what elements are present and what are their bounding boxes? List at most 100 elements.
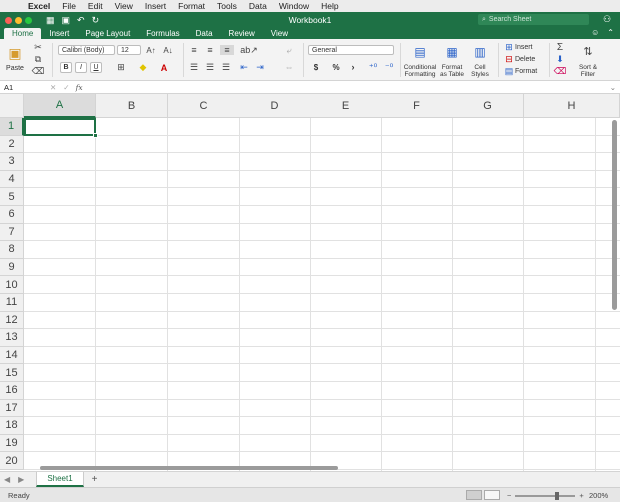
row-header-19[interactable]: 19 bbox=[0, 434, 24, 453]
menu-edit[interactable]: Edit bbox=[82, 1, 109, 11]
fill-icon[interactable]: ⬇ bbox=[554, 54, 566, 64]
fill-handle[interactable] bbox=[93, 133, 98, 138]
format-cells-button[interactable]: Format bbox=[515, 66, 539, 76]
clear-icon[interactable]: ⌫ bbox=[554, 66, 567, 76]
share-user-icon[interactable]: ⚇ bbox=[603, 14, 611, 25]
smiley-feedback-icon[interactable]: ☺ bbox=[591, 28, 599, 37]
normal-view-button[interactable] bbox=[466, 490, 482, 500]
active-cell-a1[interactable] bbox=[24, 118, 96, 136]
format-as-table-label[interactable]: Format as Table bbox=[438, 63, 466, 79]
cancel-formula-icon[interactable]: ✕ bbox=[50, 83, 56, 92]
paste-button-label[interactable]: Paste bbox=[4, 64, 26, 72]
row-header-1[interactable]: 1 bbox=[0, 118, 24, 136]
tab-insert[interactable]: Insert bbox=[41, 28, 77, 39]
menu-excel[interactable]: Excel bbox=[22, 1, 56, 11]
vertical-scrollbar[interactable] bbox=[612, 120, 617, 310]
row-header-17[interactable]: 17 bbox=[0, 399, 24, 418]
column-header-c[interactable]: C bbox=[168, 94, 240, 118]
row-header-9[interactable]: 9 bbox=[0, 258, 24, 277]
bold-button[interactable]: B bbox=[60, 62, 72, 73]
menu-view[interactable]: View bbox=[109, 1, 139, 11]
cell-styles-icon[interactable]: ▥ bbox=[470, 44, 490, 60]
wrap-text-icon[interactable]: ⤶ bbox=[282, 45, 296, 55]
row-header-18[interactable]: 18 bbox=[0, 417, 24, 435]
zoom-in-icon[interactable]: + bbox=[579, 491, 583, 500]
tab-view[interactable]: View bbox=[263, 28, 296, 39]
close-window-button[interactable] bbox=[5, 16, 12, 24]
align-bottom-icon[interactable]: ≡ bbox=[220, 45, 234, 55]
tab-home[interactable]: Home bbox=[4, 28, 42, 39]
row-header-3[interactable]: 3 bbox=[0, 153, 24, 171]
row-header-2[interactable]: 2 bbox=[0, 135, 24, 154]
name-box[interactable]: A1 bbox=[0, 83, 40, 92]
orientation-icon[interactable]: ab↗ bbox=[240, 45, 258, 55]
menu-window[interactable]: Window bbox=[273, 1, 315, 11]
increase-font-icon[interactable]: A↑ bbox=[145, 45, 157, 55]
row-header-4[interactable]: 4 bbox=[0, 170, 24, 189]
align-left-icon[interactable]: ☰ bbox=[188, 62, 200, 72]
menu-insert[interactable]: Insert bbox=[139, 1, 172, 11]
paste-icon[interactable]: ▣ bbox=[4, 43, 26, 63]
copy-icon[interactable]: ⧉ bbox=[32, 54, 44, 64]
worksheet-grid[interactable]: A B C D E F G H 1 2 3 4 5 6 7 8 9 10 11 12 13 14 15 16 17 18 19 20 bbox=[0, 94, 620, 471]
insert-cells-button[interactable]: Insert bbox=[515, 42, 537, 52]
row-header-20[interactable]: 20 bbox=[0, 452, 24, 470]
row-header-14[interactable]: 14 bbox=[0, 346, 24, 365]
tab-formulas[interactable]: Formulas bbox=[138, 28, 187, 39]
tab-review[interactable]: Review bbox=[221, 28, 263, 39]
redo-icon[interactable]: ↻ bbox=[92, 15, 100, 26]
next-sheet-icon[interactable]: ▶ bbox=[14, 475, 28, 484]
page-layout-view-button[interactable] bbox=[484, 490, 500, 500]
row-header-10[interactable]: 10 bbox=[0, 276, 24, 294]
zoom-percentage[interactable]: 200% bbox=[589, 491, 608, 500]
font-color-icon[interactable]: A bbox=[157, 62, 171, 73]
align-top-icon[interactable]: ≡ bbox=[188, 45, 200, 55]
currency-button[interactable]: $ bbox=[310, 62, 322, 72]
decrease-decimal-icon[interactable]: ⁻⁰ bbox=[382, 62, 396, 72]
zoom-out-icon[interactable]: − bbox=[507, 491, 511, 500]
column-header-a[interactable]: A bbox=[24, 94, 96, 118]
search-sheet-input[interactable]: ⌕ Search Sheet bbox=[478, 14, 589, 25]
column-header-d[interactable]: D bbox=[239, 94, 311, 118]
row-header-5[interactable]: 5 bbox=[0, 188, 24, 206]
format-cells-icon[interactable]: ▤ bbox=[504, 66, 514, 76]
row-header-11[interactable]: 11 bbox=[0, 294, 24, 312]
autosum-icon[interactable]: Σ bbox=[554, 42, 566, 53]
zoom-slider[interactable] bbox=[515, 491, 576, 500]
menu-file[interactable]: File bbox=[56, 1, 82, 11]
minimize-window-button[interactable] bbox=[15, 16, 22, 24]
underline-button[interactable]: U bbox=[90, 62, 102, 73]
increase-indent-icon[interactable]: ⇥ bbox=[254, 62, 266, 72]
confirm-formula-icon[interactable]: ✓ bbox=[63, 83, 69, 92]
font-size-select[interactable]: 12 bbox=[117, 45, 141, 55]
cut-icon[interactable]: ✂ bbox=[32, 42, 44, 52]
delete-cells-icon[interactable]: ⊟ bbox=[504, 54, 514, 64]
decrease-font-icon[interactable]: A↓ bbox=[162, 45, 174, 55]
save-icon[interactable]: ▣ bbox=[62, 15, 71, 26]
row-header-15[interactable]: 15 bbox=[0, 364, 24, 382]
column-header-g[interactable]: G bbox=[452, 94, 524, 118]
cell-styles-label[interactable]: Cell Styles bbox=[468, 63, 492, 79]
sort-filter-icon[interactable]: ⇅ bbox=[580, 42, 596, 60]
row-header-7[interactable]: 7 bbox=[0, 223, 24, 242]
add-sheet-button[interactable]: + bbox=[92, 474, 98, 485]
row-header-6[interactable]: 6 bbox=[0, 206, 24, 224]
row-header-8[interactable]: 8 bbox=[0, 241, 24, 259]
menu-help[interactable]: Help bbox=[315, 1, 344, 11]
menu-tools[interactable]: Tools bbox=[211, 1, 243, 11]
percent-button[interactable]: % bbox=[330, 62, 342, 72]
column-header-b[interactable]: B bbox=[96, 94, 168, 118]
delete-cells-button[interactable]: Delete bbox=[515, 54, 537, 64]
tab-page-layout[interactable]: Page Layout bbox=[77, 28, 138, 39]
zoom-window-button[interactable] bbox=[25, 16, 32, 24]
conditional-formatting-icon[interactable]: ▤ bbox=[410, 44, 430, 60]
column-header-e[interactable]: E bbox=[310, 94, 382, 118]
format-as-table-icon[interactable]: ▦ bbox=[442, 44, 462, 60]
borders-icon[interactable]: ⊞ bbox=[112, 62, 130, 73]
insert-cells-icon[interactable]: ⊞ bbox=[504, 42, 514, 52]
collapse-ribbon-icon[interactable]: ⌃ bbox=[607, 28, 614, 37]
conditional-formatting-label[interactable]: Conditional Formatting bbox=[402, 63, 438, 79]
decrease-indent-icon[interactable]: ⇤ bbox=[238, 62, 250, 72]
align-right-icon[interactable]: ☰ bbox=[220, 62, 232, 72]
comma-style-button[interactable]: › bbox=[347, 62, 359, 72]
